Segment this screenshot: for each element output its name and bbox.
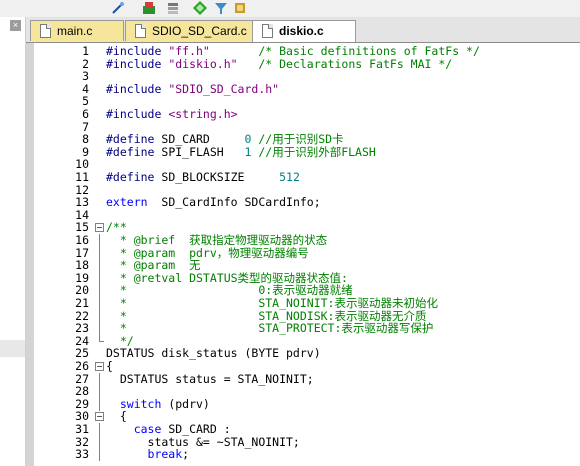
- code-text: #define SD_BLOCKSIZE 512: [106, 170, 300, 184]
- code-text: #define SPI_FLASH 1 //用于识别外部FLASH: [106, 144, 376, 159]
- code-text: #include "diskio.h" /* Declarations FatF…: [106, 56, 453, 71]
- left-panel: ×: [0, 17, 26, 466]
- close-icon[interactable]: ×: [10, 20, 21, 31]
- line-number: 1: [82, 44, 89, 58]
- fold-guide: [95, 259, 104, 273]
- fold-guide: [95, 234, 104, 247]
- code-line[interactable]: 27 DSTATUS status = STA_NOINIT;: [26, 371, 580, 386]
- file-icon: [135, 24, 146, 38]
- tab-label: diskio.c: [279, 24, 324, 38]
- tab-main-c[interactable]: main.c: [30, 20, 124, 41]
- tab-diskio-c[interactable]: diskio.c: [252, 20, 356, 42]
- tab-sdio-sd-card-c[interactable]: SDIO_SD_Card.c: [125, 20, 265, 41]
- code-text: break;: [106, 447, 190, 462]
- code-text: #include <string.h>: [106, 107, 238, 121]
- code-text: extern SD_CardInfo SDCardInfo;: [106, 195, 321, 210]
- fold-guide: [95, 423, 104, 436]
- code-line[interactable]: 6 #include <string.h>: [26, 108, 580, 121]
- code-text: DSTATUS status = STA_NOINIT;: [106, 371, 314, 386]
- code-line[interactable]: 11 #define SD_BLOCKSIZE 512: [26, 171, 580, 184]
- fold-toggle-icon[interactable]: −: [95, 360, 104, 373]
- line-number: 7: [82, 119, 89, 134]
- fold-guide: [95, 284, 104, 298]
- line-number: 4: [82, 81, 89, 96]
- line-number: 3: [82, 69, 89, 84]
- build-icon[interactable]: [142, 1, 156, 15]
- fold-toggle-icon[interactable]: −: [95, 410, 104, 423]
- options-icon[interactable]: [233, 1, 247, 15]
- fold-toggle-icon[interactable]: −: [95, 221, 104, 234]
- filter-icon[interactable]: [214, 1, 228, 15]
- code-text: DSTATUS disk_status (BYTE pdrv): [106, 346, 321, 361]
- code-line[interactable]: 9 #define SPI_FLASH 1 //用于识别外部FLASH: [26, 144, 580, 159]
- line-number: 5: [82, 94, 89, 109]
- fold-guide: [95, 397, 104, 411]
- stack-icon[interactable]: [166, 1, 180, 15]
- diamond-icon[interactable]: [193, 1, 207, 15]
- fold-guide: [95, 322, 104, 336]
- tab-bar: main.c SDIO_SD_Card.c diskio.c: [26, 17, 580, 43]
- fold-guide: [95, 372, 104, 386]
- code-text: #include "SDIO_SD_Card.h": [106, 81, 280, 96]
- code-line[interactable]: 4 #include "SDIO_SD_Card.h": [26, 81, 580, 96]
- code-editor[interactable]: 1 #include "ff.h" /* Basic definitions of…: [26, 43, 580, 466]
- toolbar: [0, 0, 580, 17]
- fold-guide: [95, 297, 104, 310]
- fold-guide: [95, 435, 104, 449]
- code-line[interactable]: 2 #include "diskio.h" /* Declarations Fat…: [26, 56, 580, 71]
- line-number: 6: [82, 107, 89, 121]
- fold-guide: [95, 385, 104, 399]
- file-icon: [262, 24, 273, 38]
- fold-guide: [95, 309, 104, 323]
- fold-guide: [95, 448, 104, 462]
- left-panel-selection[interactable]: [0, 340, 25, 357]
- file-icon: [40, 24, 51, 38]
- line-number: 8: [82, 132, 89, 147]
- wand-icon[interactable]: [111, 1, 125, 15]
- line-number: 2: [82, 56, 89, 71]
- line-number: 33: [75, 447, 89, 462]
- fold-guide: [95, 271, 104, 285]
- tab-label: main.c: [57, 24, 93, 38]
- watermark: CSDN @时光の尘: [492, 448, 574, 459]
- fold-guide: [95, 334, 104, 348]
- code-text: * STA_PROTECT:表示驱动器写保护: [106, 321, 434, 336]
- tab-label: SDIO_SD_Card.c: [152, 24, 247, 38]
- code-line[interactable]: 13 extern SD_CardInfo SDCardInfo;: [26, 196, 580, 209]
- fold-guide: [95, 246, 104, 260]
